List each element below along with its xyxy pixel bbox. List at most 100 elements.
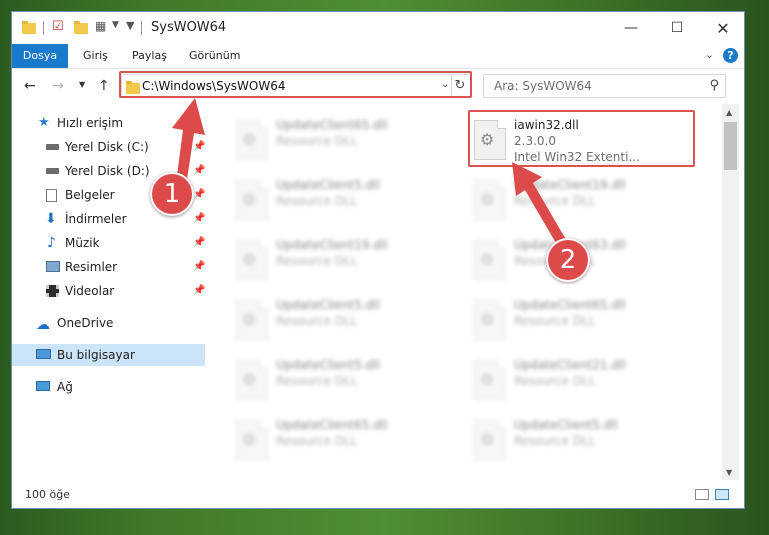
sidebar-item-label: Resimler (65, 260, 118, 274)
tab-dosya[interactable]: Dosya (12, 44, 68, 68)
list-item[interactable]: ⚙ UpdateClient19.dll Resource DLL (228, 232, 448, 286)
file-description: Resource DLL (276, 434, 358, 448)
list-item[interactable]: ⚙ UpdateClient5.dll Resource DLL (228, 352, 448, 406)
gear-icon: ⚙ (480, 250, 495, 269)
window-title: SysWOW64 (151, 20, 227, 35)
separator (141, 21, 142, 35)
file-highlight-box (468, 110, 695, 167)
file-name: UpdateClient65.dll (514, 298, 626, 312)
tab-giris[interactable]: Giriş (83, 44, 108, 68)
gear-icon: ⚙ (480, 430, 495, 449)
downloads-icon: ⬇ (45, 211, 57, 227)
sidebar-item-label: Yerel Disk (D:) (65, 164, 150, 178)
list-item[interactable]: ⚙ UpdateClient65.dll Resource DLL (228, 412, 448, 466)
scroll-down-icon[interactable]: ▼ (726, 468, 732, 477)
pin-icon[interactable]: 📌 (193, 160, 205, 182)
maximize-button[interactable]: ☐ (654, 12, 700, 44)
forward-arrow-icon[interactable]: → (52, 78, 64, 94)
sidebar-item-label: İndirmeler (65, 212, 127, 226)
list-item[interactable]: ⚙ UpdateClient5.dll Resource DLL (466, 412, 686, 466)
search-icon[interactable]: ⚲ (709, 78, 719, 93)
pin-icon[interactable]: 📌 (193, 184, 205, 206)
sidebar-item-videolar[interactable]: Videolar 📌 (12, 280, 207, 302)
status-bar: 100 öğe (12, 482, 744, 508)
callout-2: 2 (546, 238, 590, 282)
gear-icon: ⚙ (242, 130, 257, 149)
back-arrow-icon[interactable]: ← (24, 78, 36, 94)
file-name: UpdateClient5.dll (276, 178, 380, 192)
scroll-up-icon[interactable]: ▲ (726, 108, 732, 117)
file-name: UpdateClient65.dll (276, 118, 388, 132)
file-description: Resource DLL (276, 194, 358, 208)
file-name: UpdateClient5.dll (276, 358, 380, 372)
scroll-thumb[interactable] (724, 122, 737, 170)
item-count: 100 öğe (25, 488, 70, 501)
file-description: Resource DLL (276, 254, 358, 268)
pictures-icon (46, 261, 60, 272)
file-name: UpdateClient5.dll (514, 418, 618, 432)
list-item[interactable]: ⚙ UpdateClient65.dll Resource DLL (466, 292, 686, 346)
properties-icon[interactable]: ☑ (52, 19, 64, 35)
sidebar-item-label: Videolar (65, 284, 115, 298)
search-box[interactable]: Ara: SysWOW64 ⚲ (483, 74, 726, 98)
sidebar-item-this-pc[interactable]: Bu bilgisayar (12, 344, 205, 366)
ribbon-tabs: Dosya Giriş Paylaş Görünüm ⌄ ? (12, 44, 744, 69)
documents-icon (46, 189, 57, 202)
tiles-view-icon[interactable] (715, 489, 729, 500)
sidebar-item-resimler[interactable]: Resimler 📌 (12, 256, 207, 278)
star-icon: ★ (38, 115, 50, 130)
file-description: Resource DLL (276, 314, 358, 328)
sidebar-item-label: Ağ (57, 380, 73, 394)
list-item[interactable]: ⚙ UpdateClient65.dll Resource DLL (228, 112, 448, 166)
pin-icon[interactable]: 📌 (193, 280, 205, 302)
search-placeholder[interactable]: Ara: SysWOW64 (494, 79, 592, 93)
music-icon: ♪ (47, 235, 56, 251)
sidebar-item-onedrive[interactable]: ☁ OneDrive (12, 312, 207, 334)
sidebar-item-label: Bu bilgisayar (57, 348, 135, 362)
help-icon[interactable]: ? (723, 48, 738, 63)
view-menu-icon[interactable]: ▦ (95, 19, 106, 35)
file-description: Resource DLL (514, 194, 596, 208)
gear-icon: ⚙ (242, 190, 257, 209)
file-name: UpdateClient19.dll (276, 238, 388, 252)
pin-icon[interactable]: 📌 (193, 136, 205, 158)
close-button[interactable]: ✕ (700, 12, 746, 44)
gear-icon: ⚙ (480, 310, 495, 329)
up-arrow-icon[interactable]: ↑ (98, 78, 110, 94)
network-icon (36, 381, 50, 391)
list-item[interactable]: ⚙ UpdateClient5.dll Resource DLL (228, 172, 448, 226)
sidebar-item-label: Yerel Disk (C:) (65, 140, 149, 154)
recent-chevron-icon[interactable]: ▼ (79, 80, 85, 89)
title-bar: ☑ ▦ ▼ ▼ SysWOW64 — ☐ ✕ (12, 12, 744, 44)
pin-icon[interactable]: 📌 (193, 256, 205, 278)
file-description: Resource DLL (514, 314, 596, 328)
pin-icon[interactable]: 📌 (193, 232, 205, 254)
vertical-scrollbar[interactable]: ▲ ▼ (722, 104, 739, 480)
gear-icon: ⚙ (480, 190, 495, 209)
list-item[interactable]: ⚙ UpdateClient5.dll Resource DLL (228, 292, 448, 346)
minimize-button[interactable]: — (608, 12, 654, 44)
expand-ribbon-icon[interactable]: ⌄ (705, 48, 714, 61)
gear-icon: ⚙ (242, 430, 257, 449)
pin-icon[interactable]: 📌 (193, 208, 205, 230)
sidebar-item-label: Hızlı erişim (57, 116, 124, 130)
navigation-pane: ★ Hızlı erişim Yerel Disk (C:) 📌 Yerel D… (12, 104, 207, 480)
customize-toolbar-icon[interactable]: ▼ (126, 19, 134, 35)
sidebar-item-quick-access[interactable]: ★ Hızlı erişim (12, 112, 207, 134)
chevron-down-icon[interactable]: ▼ (112, 20, 119, 36)
tab-gorunum[interactable]: Görünüm (189, 44, 240, 68)
list-item[interactable]: ⚙ UpdateClient19.dll Resource DLL (466, 172, 686, 226)
sidebar-item-label: Belgeler (65, 188, 115, 202)
tab-paylas[interactable]: Paylaş (132, 44, 167, 68)
gear-icon: ⚙ (242, 310, 257, 329)
file-name: UpdateClient21.dll (514, 358, 626, 372)
details-view-icon[interactable] (695, 489, 709, 500)
list-item[interactable]: ⚙ UpdateClient21.dll Resource DLL (466, 352, 686, 406)
sidebar-item-disk-c[interactable]: Yerel Disk (C:) 📌 (12, 136, 207, 158)
file-name: UpdateClient5.dll (276, 298, 380, 312)
callout-1: 1 (150, 172, 194, 216)
sidebar-item-network[interactable]: Ağ (12, 376, 207, 398)
file-name: UpdateClient65.dll (276, 418, 388, 432)
navigation-bar: ← → ▼ ↑ C:\Windows\SysWOW64 ⌄ ↻ Ara: Sys… (12, 69, 744, 103)
sidebar-item-muzik[interactable]: ♪ Müzik 📌 (12, 232, 207, 254)
